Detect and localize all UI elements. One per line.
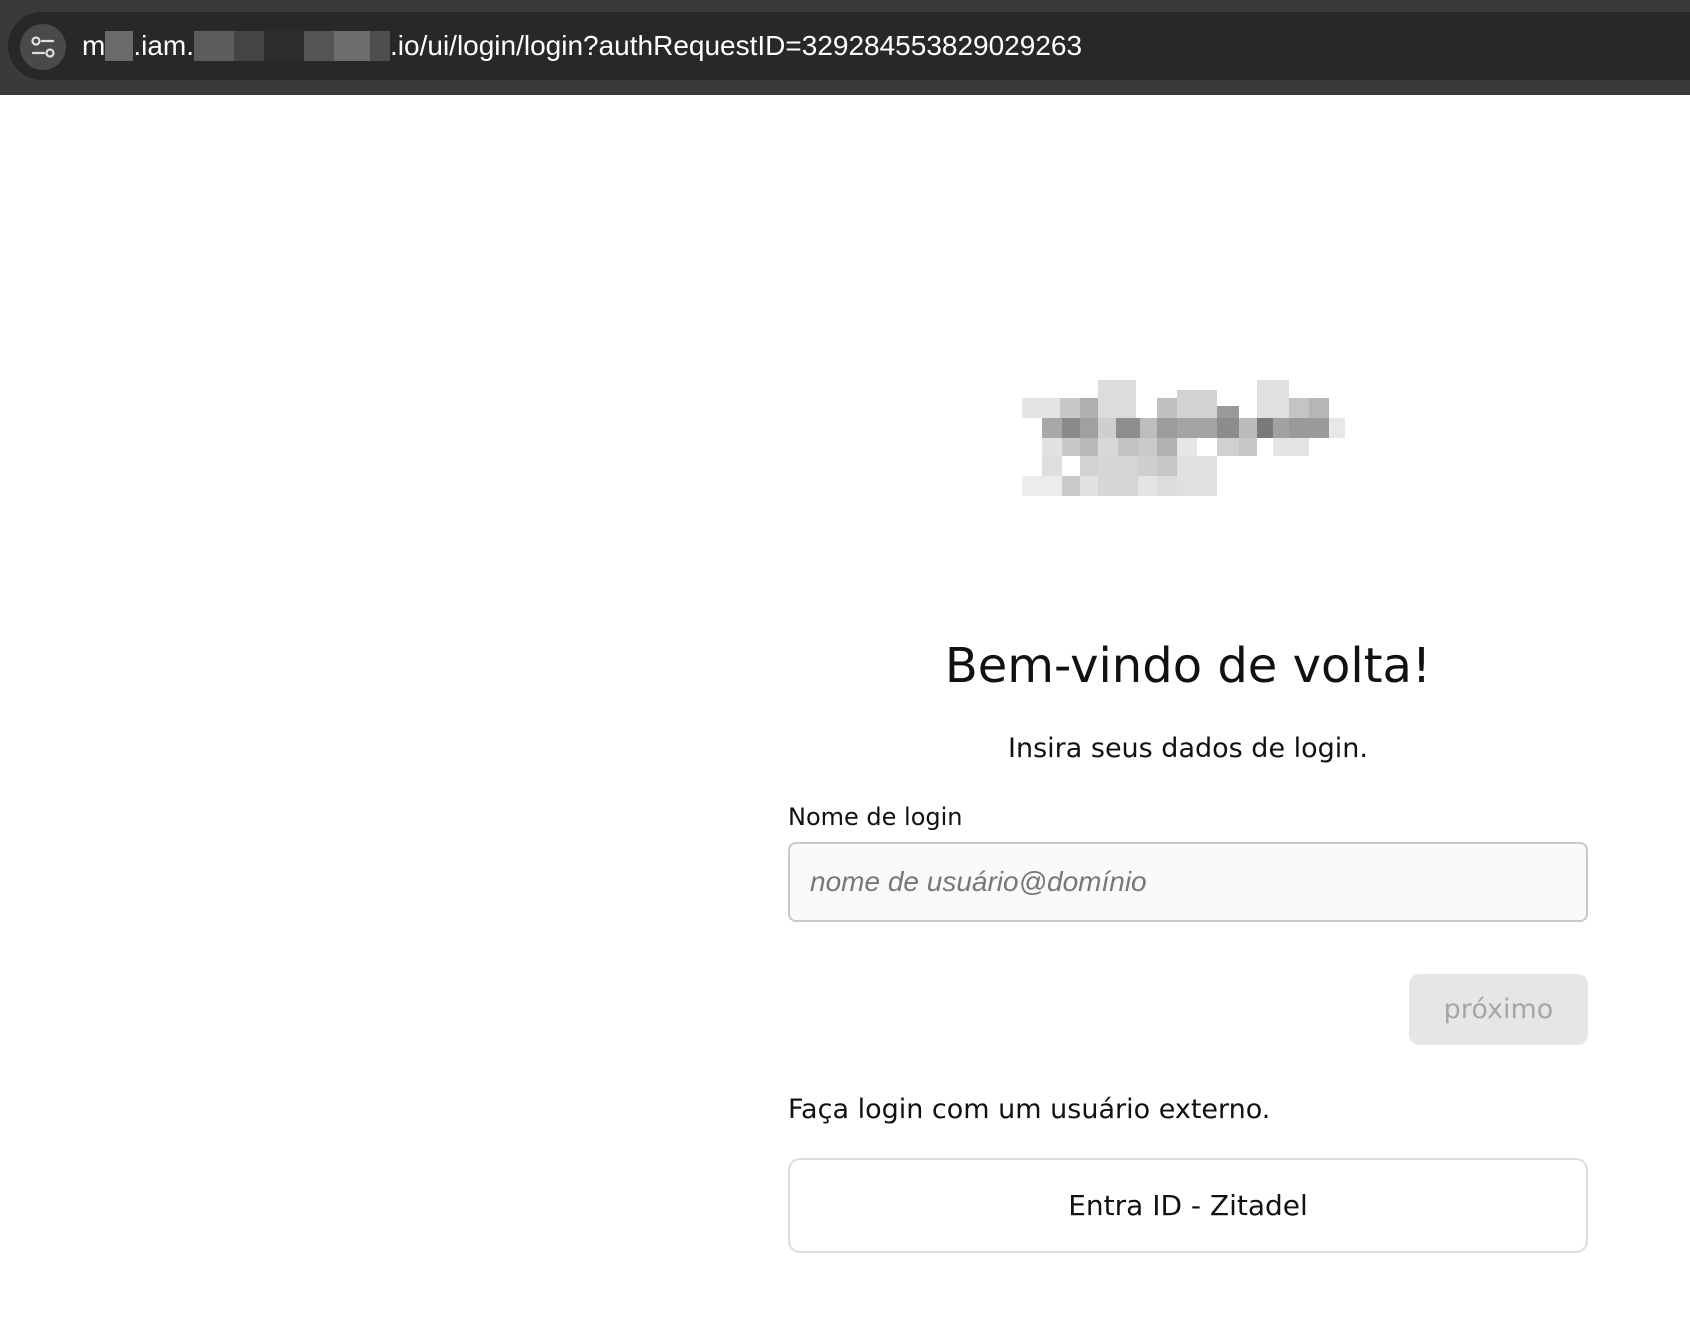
logo	[1022, 380, 1362, 500]
url-segment: m	[82, 30, 106, 61]
idp-entra-id-button[interactable]: Entra ID - Zitadel	[788, 1158, 1588, 1253]
redacted-block	[370, 31, 391, 61]
url-segment: .iam.	[133, 30, 195, 61]
login-name-label: Nome de login	[788, 803, 963, 831]
address-bar[interactable]: m .iam. .io/ui/login/login?authRequestID=3…	[8, 12, 1690, 80]
page-subtitle: Insira seus dados de login.	[1008, 733, 1368, 764]
redacted-block	[105, 31, 134, 61]
redacted-block	[194, 31, 235, 61]
page-title: Bem-vindo de volta!	[944, 638, 1432, 694]
next-button[interactable]: próximo	[1409, 974, 1588, 1045]
url-segment: .io/ui/login/login?authRequestID=3292845…	[390, 30, 1083, 61]
browser-toolbar: m .iam. .io/ui/login/login?authRequestID=3…	[0, 0, 1690, 95]
login-name-input[interactable]	[788, 842, 1588, 922]
redacted-block	[334, 31, 371, 61]
redacted-block	[234, 31, 265, 61]
url-text[interactable]: m .iam. .io/ui/login/login?authRequestID=3…	[82, 28, 1082, 64]
external-login-text: Faça login com um usuário externo.	[788, 1094, 1271, 1125]
tune-icon	[31, 36, 55, 58]
redacted-block	[264, 31, 305, 61]
redacted-block	[304, 31, 335, 61]
site-info-button[interactable]	[20, 24, 66, 70]
